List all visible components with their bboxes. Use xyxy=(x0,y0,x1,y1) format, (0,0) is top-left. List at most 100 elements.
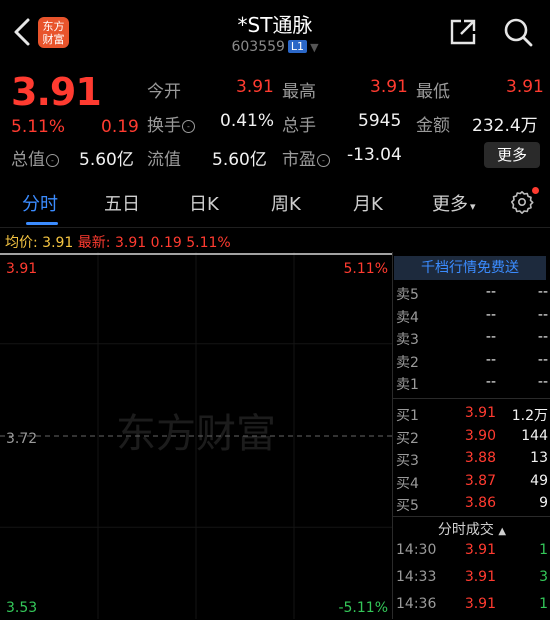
info-icon: - xyxy=(182,120,195,133)
axis-bottom-price: 3.53 xyxy=(6,600,37,616)
more-quote-button[interactable]: 更多 xyxy=(484,142,540,168)
bid-level-label: 买3 xyxy=(396,453,419,469)
axis-bottom-percent: -5.11% xyxy=(338,600,388,616)
open-label: 今开 xyxy=(147,82,181,102)
intraday-chart[interactable]: 东方财富 3.91 5.11% 3.72 3.53 -5.11% xyxy=(0,252,392,619)
notification-dot xyxy=(532,187,539,194)
pe-label[interactable]: 市盈 - xyxy=(282,145,330,170)
avg-price-value: 3.91 xyxy=(42,235,74,251)
info-icon: - xyxy=(46,154,59,167)
chart-watermark: 东方财富 xyxy=(116,411,276,457)
top-bar: 东方 财富 *ST通脉 603559 L1 ▼ xyxy=(0,0,550,62)
ask-row: 卖5 -- -- xyxy=(394,284,550,308)
latest-change: 0.19 xyxy=(150,235,182,251)
info-icon: - xyxy=(317,154,330,167)
trade-row: 14:30 3.91 1 xyxy=(394,542,550,566)
ask-level-label: 卖1 xyxy=(396,377,419,393)
float-cap-value: 5.60亿 xyxy=(212,150,267,170)
bid-price: 3.90 xyxy=(464,427,496,444)
bid-price: 3.87 xyxy=(464,472,496,489)
tab-daily-k[interactable]: 日K xyxy=(189,190,219,216)
pe-value: -13.04 xyxy=(347,145,402,165)
market-cap-label-text: 总值 xyxy=(11,150,45,170)
ask-row: 卖1 -- -- xyxy=(394,374,550,398)
ask-level-label: 卖2 xyxy=(396,354,419,371)
trade-volume: 3 xyxy=(539,569,548,585)
float-cap-label: 流值 xyxy=(147,150,181,170)
high-label: 最高 xyxy=(282,82,316,102)
ask-level-label: 卖4 xyxy=(396,309,419,326)
bid-volume: 144 xyxy=(521,427,548,444)
tab-more-label: 更多 xyxy=(432,194,468,215)
change-percent: 5.11% xyxy=(11,117,66,137)
amount-label: 金额 xyxy=(416,116,450,136)
caret-up-icon: ▲ xyxy=(498,526,507,537)
trade-time: 14:36 xyxy=(396,596,437,612)
trade-row: 14:36 3.91 1 xyxy=(394,596,550,620)
trade-price: 3.91 xyxy=(464,542,496,558)
latest-percent: 5.11% xyxy=(186,235,231,251)
ask-price: -- xyxy=(485,306,496,323)
bid-row: 买1 3.91 1.2万 xyxy=(394,405,550,429)
tab-weekly-k[interactable]: 周K xyxy=(271,190,301,216)
trade-volume: 1 xyxy=(539,542,548,558)
trade-time: 14:30 xyxy=(396,542,437,558)
gear-icon[interactable] xyxy=(510,190,534,214)
bid-volume: 13 xyxy=(530,450,548,466)
low-value: 3.91 xyxy=(506,77,544,97)
ask-volume: -- xyxy=(537,284,548,300)
bid-price: 3.86 xyxy=(464,495,496,511)
bid-price: 3.91 xyxy=(464,405,496,421)
stock-code: 603559 xyxy=(231,39,285,55)
active-tab-indicator xyxy=(26,222,58,225)
ask-volume: -- xyxy=(537,374,548,390)
trade-time: 14:33 xyxy=(396,569,437,585)
ask-row: 卖4 -- -- xyxy=(394,307,550,331)
avg-price-label: 均价: xyxy=(5,235,38,251)
latest-label: 最新: xyxy=(77,235,111,251)
bid-price: 3.88 xyxy=(464,450,496,466)
axis-top-price: 3.91 xyxy=(6,261,37,277)
search-icon[interactable] xyxy=(502,16,534,48)
bid-volume: 9 xyxy=(539,495,548,511)
bid-trade-divider xyxy=(393,516,550,517)
pe-label-text: 市盈 xyxy=(282,150,316,170)
open-value: 3.91 xyxy=(236,77,274,97)
trades-header[interactable]: 分时成交 ▲ xyxy=(394,519,550,539)
bid-level-label: 买4 xyxy=(396,475,419,492)
ask-price: -- xyxy=(485,329,496,345)
caret-down-icon: ▾ xyxy=(470,200,476,213)
promo-banner[interactable]: 千档行情免费送 xyxy=(394,256,546,280)
share-external-icon[interactable] xyxy=(449,18,477,46)
bid-volume: 49 xyxy=(530,472,548,489)
volume-value: 5945 xyxy=(358,111,402,131)
tab-intraday[interactable]: 分时 xyxy=(22,190,58,216)
turnover-value: 0.41% xyxy=(220,111,275,131)
trade-volume: 1 xyxy=(539,596,548,612)
ask-row: 卖3 -- -- xyxy=(394,329,550,353)
market-cap-value: 5.60亿 xyxy=(79,150,134,170)
low-label: 最低 xyxy=(416,82,450,102)
tab-divider xyxy=(0,227,550,228)
amount-value: 232.4万 xyxy=(472,116,538,136)
market-cap-label[interactable]: 总值 - xyxy=(11,145,59,170)
axis-top-percent: 5.11% xyxy=(344,261,388,277)
turnover-label[interactable]: 换手 - xyxy=(147,111,195,136)
bid-level-label: 买1 xyxy=(396,408,419,424)
tab-five-day[interactable]: 五日 xyxy=(104,190,140,216)
ask-level-label: 卖3 xyxy=(396,332,419,348)
volume-label: 总手 xyxy=(282,116,316,136)
high-value: 3.91 xyxy=(370,77,408,97)
bid-row: 买3 3.88 13 xyxy=(394,450,550,474)
ask-row: 卖2 -- -- xyxy=(394,352,550,376)
trade-row: 14:33 3.91 3 xyxy=(394,569,550,593)
latest-price: 3.91 xyxy=(114,235,147,251)
tab-more[interactable]: 更多 ▾ xyxy=(432,190,476,216)
bid-level-label: 买5 xyxy=(396,498,419,514)
tab-monthly-k[interactable]: 月K xyxy=(353,190,383,216)
trade-price: 3.91 xyxy=(464,569,496,585)
bid-row: 买2 3.90 144 xyxy=(394,428,550,452)
axis-mid-price: 3.72 xyxy=(6,431,37,447)
ask-price: -- xyxy=(485,284,496,300)
bid-row: 买4 3.87 49 xyxy=(394,473,550,497)
